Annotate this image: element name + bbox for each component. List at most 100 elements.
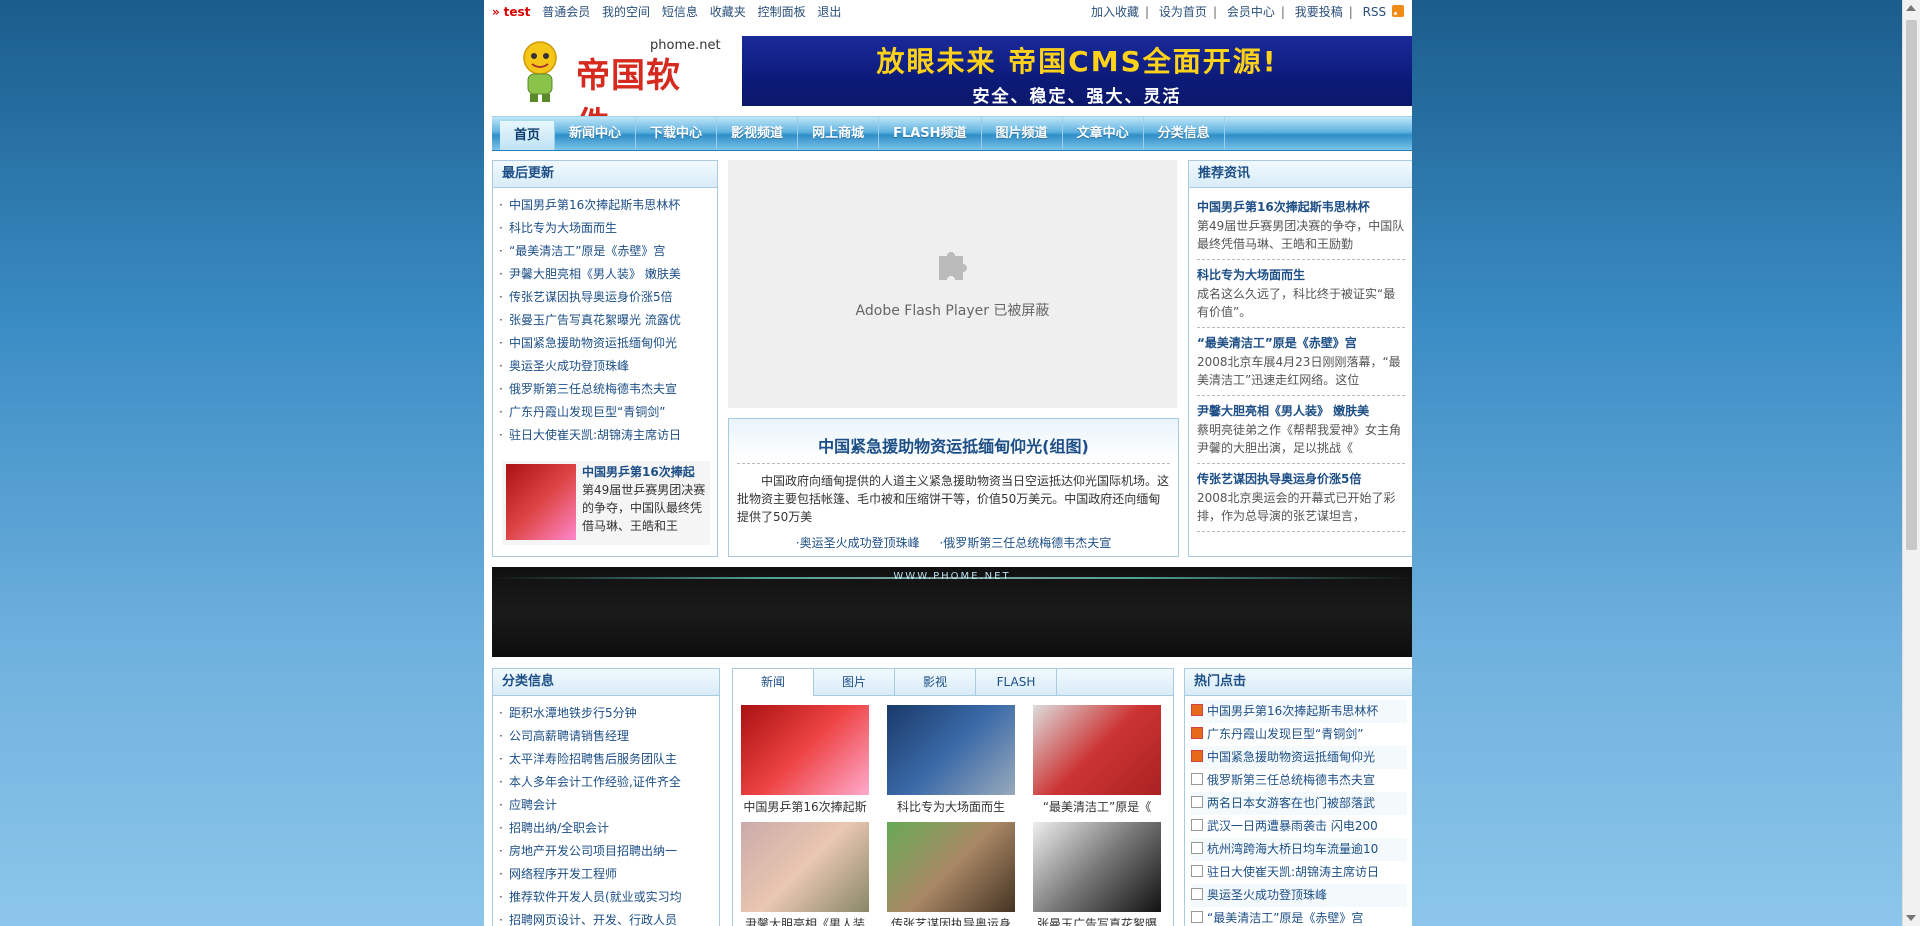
latest-link-4[interactable]: 传张艺谋因执导奥运身价涨5倍 <box>509 290 673 304</box>
ad-banner[interactable]: WWW.PHOME.NET <box>492 567 1412 657</box>
link-member-center[interactable]: 会员中心 <box>1227 5 1275 19</box>
nav-item-photo[interactable]: 图片频道 <box>982 117 1063 150</box>
category-link-9[interactable]: 招聘网页设计、开发、行政人员 <box>509 913 677 926</box>
hot-link-6[interactable]: 杭州湾跨海大桥日均车流量逾10 <box>1207 842 1378 856</box>
latest-pic-title[interactable]: 中国男乒第16次捧起 <box>582 463 695 480</box>
media-caption[interactable]: 尹馨大胆亮相《男人装 <box>741 915 869 926</box>
latest-link-9[interactable]: 广东丹霞山发现巨型“青铜剑” <box>509 405 665 419</box>
rank-icon <box>1191 911 1203 923</box>
page-scrollbar[interactable] <box>1902 0 1920 926</box>
media-thumb[interactable] <box>1033 822 1161 912</box>
media-caption[interactable]: 传张艺谋因执导奥运身 <box>887 915 1015 926</box>
recommend-link-0[interactable]: 中国男乒第16次捧起斯韦思林杯 <box>1197 200 1370 214</box>
category-link-1[interactable]: 公司高薪聘请销售经理 <box>509 729 629 743</box>
tab-flash[interactable]: FLASH <box>976 669 1057 695</box>
recommend-link-3[interactable]: 尹馨大胆亮相《男人装》 嫩肤美 <box>1197 404 1369 418</box>
link-my-space[interactable]: 我的空间 <box>602 5 650 19</box>
link-messages[interactable]: 短信息 <box>662 5 698 19</box>
hot-link-2[interactable]: 中国紧急援助物资运抵缅甸仰光 <box>1207 750 1375 764</box>
header-banner[interactable]: 放眼未来 帝国CMS全面开源! 安全、稳定、强大、灵活 <box>742 36 1412 107</box>
scroll-down-icon[interactable] <box>1906 915 1916 921</box>
hot-link-0[interactable]: 中国男乒第16次捧起斯韦思林杯 <box>1207 704 1378 718</box>
link-submit[interactable]: 我要投稿 <box>1295 5 1343 19</box>
media-card[interactable]: 传张艺谋因执导奥运身 <box>887 822 1015 926</box>
rss-icon[interactable] <box>1392 5 1404 17</box>
media-thumb[interactable] <box>887 822 1015 912</box>
hot-link-5[interactable]: 武汉一日两遭暴雨袭击 闪电200 <box>1207 819 1378 833</box>
latest-link-10[interactable]: 驻日大使崔天凯:胡锦涛主席访日 <box>509 428 681 442</box>
media-thumb[interactable] <box>887 705 1015 795</box>
latest-pic-news: 中国男乒第16次捧起 第49届世乒赛男团决赛的争夺，中国队最终凭借马琳、王皓和王 <box>502 461 710 545</box>
related-link-0[interactable]: ·奥运圣火成功登顶珠峰 <box>796 536 920 550</box>
list-item: 科比专为大场面而生 成名这么久远了，科比终于被证实“最有价值”。 <box>1197 260 1405 328</box>
media-card[interactable]: 科比专为大场面而生 <box>887 705 1015 815</box>
hot-link-9[interactable]: “最美清洁工”原是《赤壁》宫 <box>1207 911 1363 925</box>
hot-link-8[interactable]: 奥运圣火成功登顶珠峰 <box>1207 888 1327 902</box>
site-logo[interactable]: phome.net 帝国软件 <box>510 34 721 145</box>
tab-photos[interactable]: 图片 <box>814 669 895 695</box>
media-caption[interactable]: 科比专为大场面而生 <box>887 798 1015 815</box>
tab-movies[interactable]: 影视 <box>895 669 976 695</box>
latest-link-7[interactable]: 奥运圣火成功登顶珠峰 <box>509 359 629 373</box>
nav-item-classified[interactable]: 分类信息 <box>1144 117 1225 150</box>
link-favorites[interactable]: 收藏夹 <box>710 5 746 19</box>
media-caption[interactable]: 张曼玉广告写真花絮曝 <box>1033 915 1161 926</box>
username-link[interactable]: test <box>504 5 531 19</box>
hot-link-1[interactable]: 广东丹霞山发现巨型“青铜剑” <box>1207 727 1363 741</box>
media-caption[interactable]: “最美清洁工”原是《 <box>1033 798 1161 815</box>
recommend-link-4[interactable]: 传张艺谋因执导奥运身价涨5倍 <box>1197 472 1361 486</box>
category-link-8[interactable]: 推荐软件开发人员(就业或实习均 <box>509 890 682 904</box>
arrow-icon: » <box>492 5 500 19</box>
recommend-link-1[interactable]: 科比专为大场面而生 <box>1197 268 1305 282</box>
latest-link-6[interactable]: 中国紧急援助物资运抵缅甸仰光 <box>509 336 677 350</box>
hot-link-4[interactable]: 两名日本女游客在也门被部落武 <box>1207 796 1375 810</box>
scroll-up-icon[interactable] <box>1906 5 1916 11</box>
category-link-3[interactable]: 本人多年会计工作经验,证件齐全 <box>509 775 681 789</box>
media-card[interactable]: 张曼玉广告写真花絮曝 <box>1033 822 1161 926</box>
link-control-panel[interactable]: 控制面板 <box>758 5 806 19</box>
nav-item-download[interactable]: 下载中心 <box>636 117 718 150</box>
media-card[interactable]: 中国男乒第16次捧起斯 <box>741 705 869 815</box>
nav-item-shop[interactable]: 网上商城 <box>798 117 880 150</box>
link-member-level[interactable]: 普通会员 <box>542 5 590 19</box>
category-link-6[interactable]: 房地产开发公司项目招聘出纳一 <box>509 844 677 858</box>
headline-link[interactable]: 中国紧急援助物资运抵缅甸仰光(组图) <box>818 437 1089 456</box>
nav-item-news[interactable]: 新闻中心 <box>555 117 637 150</box>
category-link-2[interactable]: 太平洋寿险招聘售后服务团队主 <box>509 752 677 766</box>
category-link-4[interactable]: 应聘会计 <box>509 798 557 812</box>
latest-link-8[interactable]: 俄罗斯第三任总统梅德韦杰夫宣 <box>509 382 677 396</box>
media-thumb[interactable] <box>741 822 869 912</box>
scroll-thumb[interactable] <box>1906 20 1917 550</box>
top-bar: » test 普通会员 我的空间 短信息 收藏夹 控制面板 退出 加入收藏 | 设… <box>492 0 1404 24</box>
nav-item-article[interactable]: 文章中心 <box>1063 117 1144 150</box>
link-add-bookmark[interactable]: 加入收藏 <box>1091 5 1139 19</box>
latest-pic-image[interactable] <box>506 464 576 540</box>
recommend-link-2[interactable]: “最美清洁工”原是《赤壁》宫 <box>1197 336 1357 350</box>
media-caption[interactable]: 中国男乒第16次捧起斯 <box>741 798 869 815</box>
latest-link-1[interactable]: 科比专为大场面而生 <box>509 221 617 235</box>
related-link-1[interactable]: ·俄罗斯第三任总统梅德韦杰夫宣 <box>939 536 1111 550</box>
category-link-5[interactable]: 招聘出纳/全职会计 <box>509 821 609 835</box>
nav-item-home[interactable]: 首页 <box>500 121 556 150</box>
latest-link-2[interactable]: “最美清洁工”原是《赤壁》宫 <box>509 244 665 258</box>
link-set-homepage[interactable]: 设为首页 <box>1159 5 1207 19</box>
nav-item-flash[interactable]: FLASH频道 <box>879 117 982 150</box>
category-link-0[interactable]: 距积水潭地铁步行5分钟 <box>509 706 637 720</box>
flash-placeholder[interactable]: Adobe Flash Player 已被屏蔽 <box>728 160 1177 408</box>
media-card[interactable]: “最美清洁工”原是《 <box>1033 705 1161 815</box>
latest-link-3[interactable]: 尹馨大胆亮相《男人装》 嫩肤美 <box>509 267 681 281</box>
tab-news[interactable]: 新闻 <box>733 669 814 696</box>
list-item: 推荐软件开发人员(就业或实习均 <box>499 886 719 909</box>
link-rss[interactable]: RSS <box>1363 5 1387 19</box>
link-logout[interactable]: 退出 <box>817 5 841 19</box>
latest-link-5[interactable]: 张曼玉广告写真花絮曝光 流露优 <box>509 313 681 327</box>
media-thumb[interactable] <box>741 705 869 795</box>
latest-link-0[interactable]: 中国男乒第16次捧起斯韦思林杯 <box>509 198 680 212</box>
category-link-7[interactable]: 网络程序开发工程师 <box>509 867 617 881</box>
hot-link-7[interactable]: 驻日大使崔天凯:胡锦涛主席访日 <box>1207 865 1379 879</box>
media-thumb[interactable] <box>1033 705 1161 795</box>
list-item: 武汉一日两遭暴雨袭击 闪电200 <box>1191 815 1407 838</box>
nav-item-movie[interactable]: 影视频道 <box>717 117 799 150</box>
media-card[interactable]: 尹馨大胆亮相《男人装 <box>741 822 869 926</box>
hot-link-3[interactable]: 俄罗斯第三任总统梅德韦杰夫宣 <box>1207 773 1375 787</box>
